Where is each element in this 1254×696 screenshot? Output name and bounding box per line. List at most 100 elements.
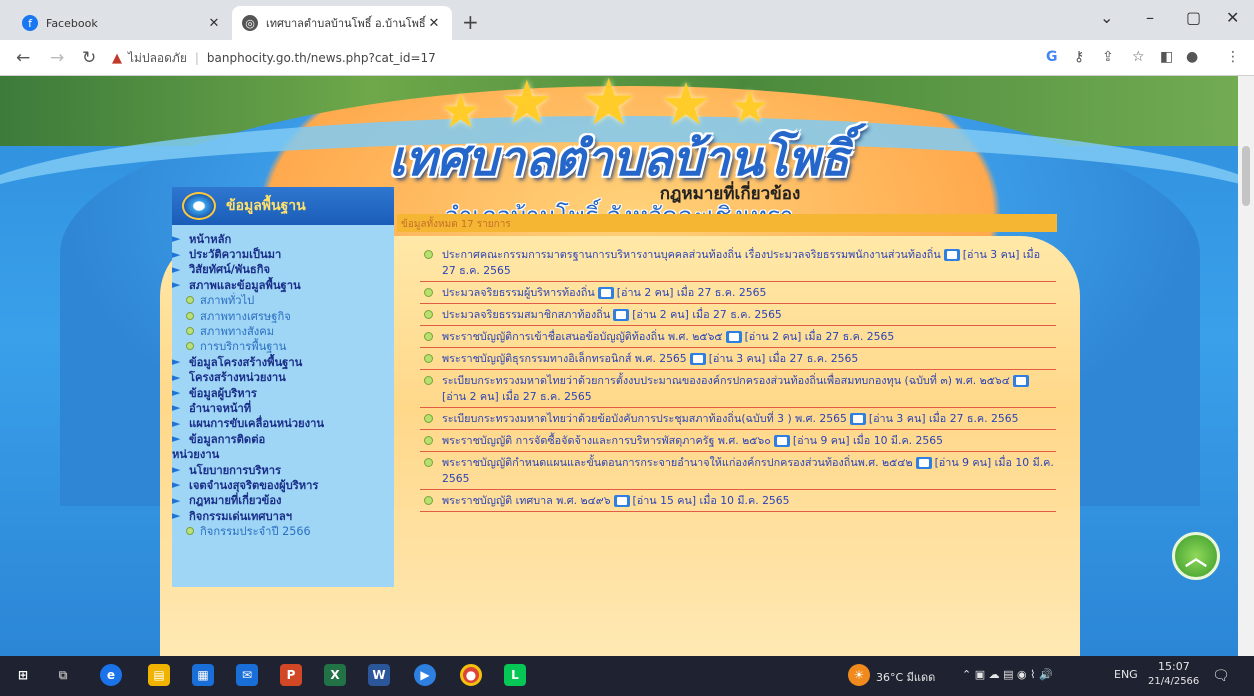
- media-player-icon[interactable]: ▶: [414, 664, 436, 686]
- side-panel-icon[interactable]: ◧: [1160, 49, 1173, 65]
- sidebar-item[interactable]: ► วิสัยทัศน์/พันธกิจ: [172, 262, 394, 277]
- profile-icon[interactable]: ●: [1186, 49, 1198, 65]
- weather-text[interactable]: 36°C มีแดด: [876, 668, 935, 686]
- close-window-icon[interactable]: ✕: [1226, 8, 1239, 27]
- maximize-icon[interactable]: ▢: [1186, 8, 1201, 27]
- document-icon[interactable]: [613, 309, 630, 321]
- language-indicator[interactable]: ENG: [1114, 668, 1138, 681]
- powerpoint-icon[interactable]: P: [280, 664, 302, 686]
- warning-icon[interactable]: ▲: [112, 51, 122, 66]
- sidebar-item[interactable]: ► กฎหมายที่เกี่ยวข้อง: [172, 493, 394, 508]
- windows-start-icon[interactable]: ⊞: [12, 664, 34, 686]
- word-icon[interactable]: W: [368, 664, 390, 686]
- sidebar-item[interactable]: ► นโยบายการบริหาร: [172, 462, 394, 477]
- scrollbar[interactable]: [1238, 76, 1254, 656]
- tab-search-icon[interactable]: ⌄: [1100, 8, 1113, 27]
- list-item-title[interactable]: พระราชบัญญัติการเข้าชื่อเสนอข้อบัญญัติท้…: [442, 330, 723, 343]
- clock-time[interactable]: 15:07: [1158, 660, 1190, 673]
- menu-icon[interactable]: ⋮: [1226, 49, 1240, 65]
- list-item-title[interactable]: ระเบียบกระทรวงมหาดไทยว่าด้วยข้อบังคับการ…: [442, 412, 847, 425]
- sidebar-item[interactable]: ► กิจกรรมเด่นเทศบาลฯ: [172, 508, 394, 523]
- bullet-icon: [424, 376, 433, 385]
- document-icon[interactable]: [689, 353, 706, 365]
- key-icon[interactable]: ⚷: [1074, 49, 1084, 65]
- list-item-title[interactable]: ระเบียบกระทรวงมหาดไทยว่าด้วยการตั้งงบประ…: [442, 374, 1010, 387]
- document-icon[interactable]: [1012, 375, 1029, 387]
- scroll-to-top-button[interactable]: ︿: [1172, 532, 1220, 580]
- list-item[interactable]: พระราชบัญญัติกำหนดแผนและขั้นตอนการกระจาย…: [420, 452, 1056, 490]
- list-item[interactable]: พระราชบัญญัติการเข้าชื่อเสนอข้อบัญญัติท้…: [420, 326, 1056, 348]
- security-label[interactable]: ไม่ปลอดภัย: [128, 49, 187, 68]
- store-icon[interactable]: ▦: [192, 664, 214, 686]
- document-icon[interactable]: [773, 435, 790, 447]
- tab-title: Facebook: [46, 16, 98, 30]
- sidebar-item[interactable]: สภาพทั่วไป: [172, 293, 394, 308]
- clock-date[interactable]: 21/4/2566: [1148, 676, 1199, 687]
- google-icon[interactable]: G: [1046, 49, 1058, 65]
- close-icon[interactable]: ✕: [206, 16, 222, 31]
- document-icon[interactable]: [915, 457, 932, 469]
- sidebar-item[interactable]: ► แผนการขับเคลื่อนหน่วยงาน: [172, 416, 394, 431]
- list-item[interactable]: ประมวลจริยธรรมผู้บริหารท้องถิ่น [อ่าน 2 ค…: [420, 282, 1056, 304]
- sidebar-item[interactable]: ► อำนาจหน้าที่: [172, 400, 394, 415]
- sidebar-item[interactable]: ► โครงสร้างหน่วยงาน: [172, 370, 394, 385]
- new-tab-icon[interactable]: +: [462, 10, 479, 34]
- sidebar-item[interactable]: การบริการพื้นฐาน: [172, 339, 394, 354]
- list-item-title[interactable]: ประกาศคณะกรรมการมาตรฐานการบริหารงานบุคคล…: [442, 248, 941, 261]
- line-icon[interactable]: L: [504, 664, 526, 686]
- list-item[interactable]: ระเบียบกระทรวงมหาดไทยว่าด้วยข้อบังคับการ…: [420, 408, 1056, 430]
- document-icon[interactable]: [725, 331, 742, 343]
- list-item-title[interactable]: พระราชบัญญัติกำหนดแผนและขั้นตอนการกระจาย…: [442, 456, 913, 469]
- url-text[interactable]: banphocity.go.th/news.php?cat_id=17: [207, 51, 436, 65]
- sidebar-item[interactable]: กิจกรรมประจำปี 2566: [172, 523, 394, 538]
- chevron-up-icon: ︿: [1184, 546, 1207, 571]
- document-icon[interactable]: [597, 287, 614, 299]
- star-icon[interactable]: ☆: [1132, 49, 1145, 65]
- file-explorer-icon[interactable]: ▤: [148, 664, 170, 686]
- sidebar-item[interactable]: ► สภาพและข้อมูลพื้นฐาน: [172, 277, 394, 292]
- close-icon[interactable]: ✕: [426, 16, 442, 31]
- mail-icon[interactable]: ✉: [236, 664, 258, 686]
- bullet-icon: [186, 342, 194, 351]
- notification-icon[interactable]: 🗨: [1212, 668, 1230, 684]
- sidebar-item[interactable]: ► ข้อมูลการติดต่อ: [172, 431, 394, 446]
- document-icon[interactable]: [849, 413, 866, 425]
- back-icon[interactable]: ←: [16, 48, 30, 68]
- excel-icon[interactable]: X: [324, 664, 346, 686]
- sidebar-item[interactable]: ► หน้าหลัก: [172, 231, 394, 246]
- list-item[interactable]: พระราชบัญญัติธุรกรรมทางอิเล็กทรอนิกส์ พ.…: [420, 348, 1056, 370]
- task-view-icon[interactable]: ⧉: [52, 664, 74, 686]
- sidebar-item[interactable]: ► ข้อมูลโครงสร้างพื้นฐาน: [172, 354, 394, 369]
- sidebar-item[interactable]: ► ประวัติความเป็นมา: [172, 246, 394, 262]
- list-item[interactable]: พระราชบัญญัติ เทศบาล พ.ศ. ๒๔๙๖ [อ่าน 15 ค…: [420, 490, 1056, 512]
- reload-icon[interactable]: ↻: [82, 48, 96, 68]
- list-item-title[interactable]: ประมวลจริยธรรมผู้บริหารท้องถิ่น: [442, 286, 595, 299]
- document-icon[interactable]: [613, 495, 630, 507]
- list-item[interactable]: ประกาศคณะกรรมการมาตรฐานการบริหารงานบุคคล…: [420, 244, 1056, 282]
- forward-icon[interactable]: →: [50, 48, 64, 68]
- sidebar-item[interactable]: ► เจตจำนงสุจริตของผู้บริหาร: [172, 477, 394, 492]
- list-item[interactable]: ประมวลจริยธรรมสมาชิกสภาท้องถิ่น [อ่าน 2 ค…: [420, 304, 1056, 326]
- sidebar-item[interactable]: ► ข้อมูลผู้บริหาร: [172, 385, 394, 400]
- list-item-title[interactable]: พระราชบัญญัติธุรกรรมทางอิเล็กทรอนิกส์ พ.…: [442, 352, 687, 365]
- tab-banphocity[interactable]: ◎ เทศบาลตำบลบ้านโพธิ์ อ.บ้านโพธิ์ จ.ฉะ ✕: [232, 6, 452, 40]
- url-input[interactable]: ▲ ไม่ปลอดภัย | banphocity.go.th/news.php…: [112, 46, 1032, 70]
- list-item-title[interactable]: พระราชบัญญัติ เทศบาล พ.ศ. ๒๔๙๖: [442, 494, 611, 507]
- sidebar-item[interactable]: สภาพทางสังคม: [172, 323, 394, 338]
- list-item[interactable]: พระราชบัญญัติ การจัดซื้อจัดจ้างและการบริ…: [420, 430, 1056, 452]
- edge-icon[interactable]: e: [100, 664, 122, 686]
- weather-icon[interactable]: ☀: [848, 664, 870, 686]
- list-item[interactable]: ระเบียบกระทรวงมหาดไทยว่าด้วยการตั้งงบประ…: [420, 370, 1056, 408]
- minimize-icon[interactable]: –: [1146, 8, 1154, 27]
- sidebar-item[interactable]: สภาพทางเศรษฐกิจ: [172, 308, 394, 323]
- share-icon[interactable]: ⇪: [1102, 49, 1114, 65]
- list-item-title[interactable]: พระราชบัญญัติ การจัดซื้อจัดจ้างและการบริ…: [442, 434, 771, 447]
- document-icon[interactable]: [943, 249, 960, 261]
- arrow-right-icon: ►: [172, 509, 181, 523]
- list-item-title[interactable]: ประมวลจริยธรรมสมาชิกสภาท้องถิ่น: [442, 308, 610, 321]
- scrollbar-thumb[interactable]: [1242, 146, 1250, 206]
- chrome-icon[interactable]: ●: [460, 664, 482, 686]
- tray-icons[interactable]: ⌃ ▣ ☁ ▤ ◉ ⌇ 🔊: [962, 668, 1053, 681]
- tab-facebook[interactable]: f Facebook ✕: [12, 6, 232, 40]
- bullet-icon: [424, 414, 433, 423]
